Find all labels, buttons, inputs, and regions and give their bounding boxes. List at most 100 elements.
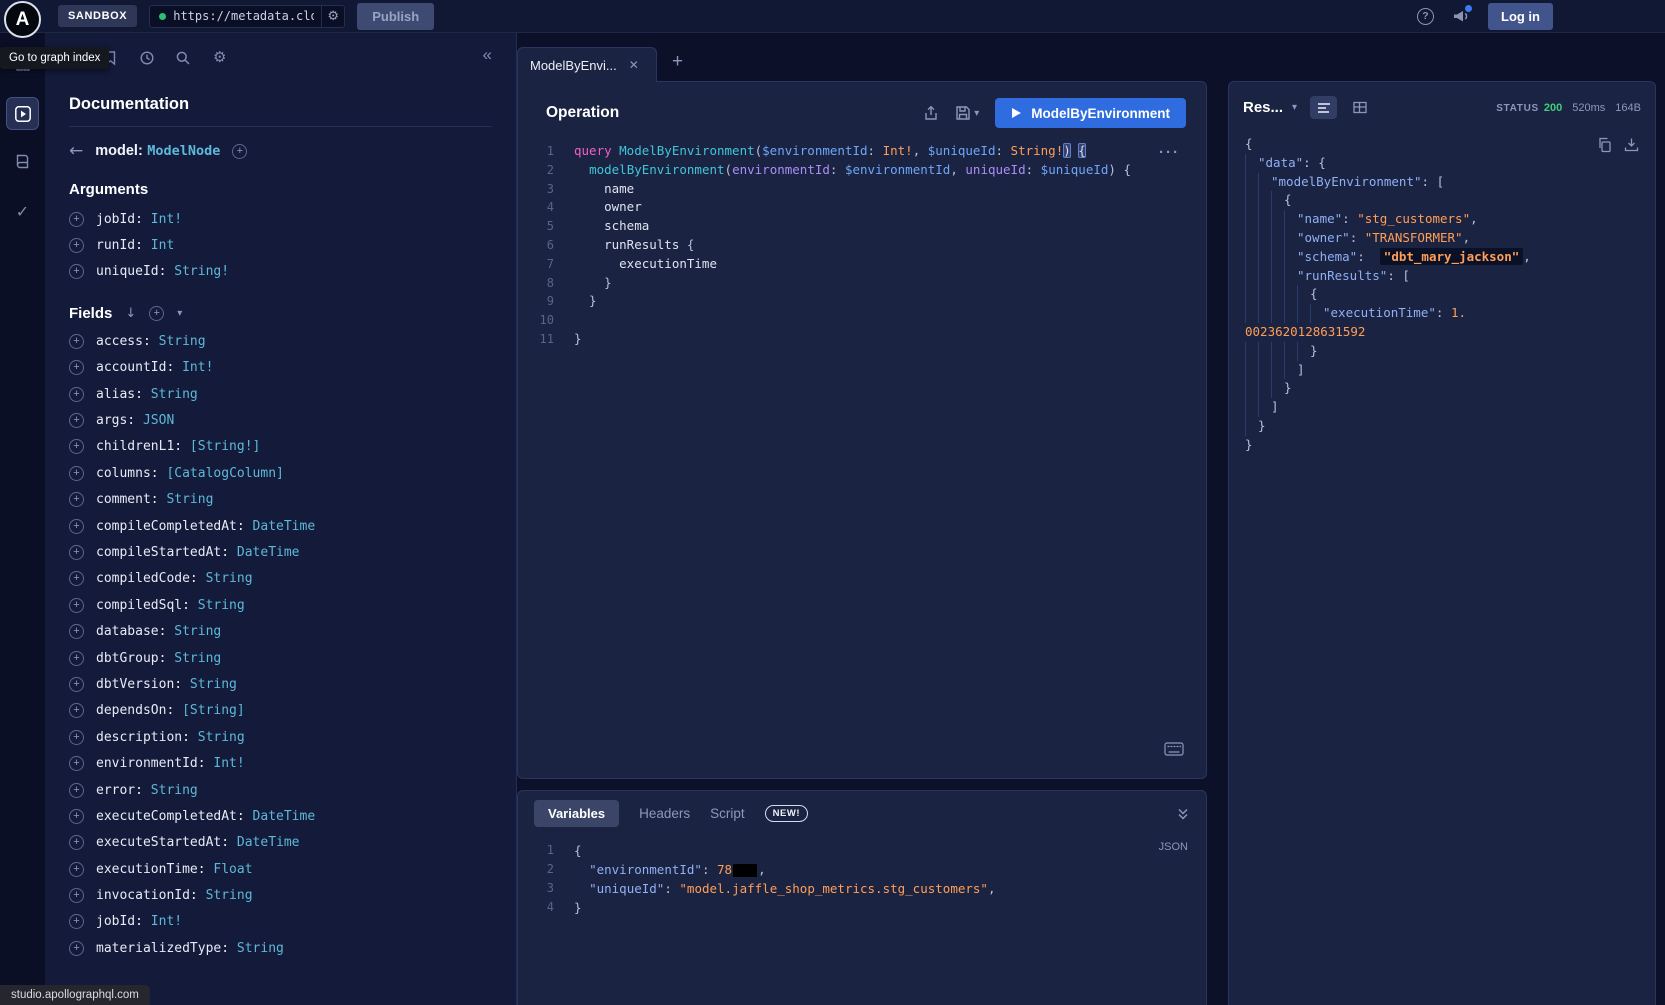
field-row[interactable]: +environmentId: Int!: [69, 750, 492, 776]
field-row[interactable]: +dbtVersion: String: [69, 671, 492, 697]
chevron-down-icon[interactable]: ▾: [177, 308, 182, 319]
checks-tool-button[interactable]: ✓: [6, 195, 39, 228]
add-to-query-button[interactable]: +: [69, 466, 84, 481]
field-row[interactable]: +alias: String: [69, 381, 492, 407]
add-to-query-button[interactable]: +: [69, 334, 84, 349]
endpoint-url-input[interactable]: https://metadata.cloud.get ⚙: [149, 5, 345, 28]
schema-tool-button[interactable]: [6, 145, 39, 178]
tree-view-button[interactable]: [1310, 96, 1337, 119]
add-type-button[interactable]: +: [232, 144, 247, 159]
field-row[interactable]: +description: String: [69, 724, 492, 750]
tab-script[interactable]: Script: [710, 806, 745, 821]
add-to-query-button[interactable]: +: [69, 809, 84, 824]
add-to-query-button[interactable]: +: [69, 413, 84, 428]
operation-tab[interactable]: ModelByEnvi... ✕: [517, 47, 657, 82]
add-to-query-button[interactable]: +: [69, 862, 84, 877]
close-tab-icon[interactable]: ✕: [629, 58, 639, 72]
keyboard-shortcuts-icon[interactable]: [1164, 742, 1184, 756]
sort-icon[interactable]: ↓: [125, 306, 136, 321]
add-to-query-button[interactable]: +: [69, 545, 84, 560]
add-to-query-button[interactable]: +: [69, 212, 84, 227]
field-row[interactable]: +executeStartedAt: DateTime: [69, 830, 492, 856]
doc-settings-icon[interactable]: ⚙: [213, 48, 226, 66]
add-to-query-button[interactable]: +: [69, 571, 84, 586]
field-row[interactable]: + jobId: Int!: [69, 909, 492, 935]
field-row[interactable]: +compiledSql: String: [69, 592, 492, 618]
add-to-query-button[interactable]: +: [69, 703, 84, 718]
field-row[interactable]: +comment: String: [69, 487, 492, 513]
add-all-fields-button[interactable]: +: [149, 306, 164, 321]
save-button[interactable]: ▾: [955, 105, 979, 121]
field-row[interactable]: +dependsOn: [String]: [69, 698, 492, 724]
add-to-query-button[interactable]: +: [69, 888, 84, 903]
copy-icon[interactable]: [1597, 137, 1612, 153]
add-to-query-button[interactable]: +: [69, 624, 84, 639]
add-to-query-button[interactable]: +: [69, 783, 84, 798]
add-to-query-button[interactable]: +: [69, 264, 84, 279]
field-row[interactable]: +database: String: [69, 618, 492, 644]
field-row[interactable]: +columns: [CatalogColumn]: [69, 460, 492, 486]
add-to-query-button[interactable]: +: [69, 651, 84, 666]
field-row[interactable]: +dbtGroup: String: [69, 645, 492, 671]
query-editor[interactable]: 1query ModelByEnvironment($environmentId…: [518, 142, 1206, 349]
checkmark-icon: ✓: [16, 202, 29, 221]
login-button[interactable]: Log in: [1488, 3, 1553, 30]
help-icon[interactable]: ?: [1417, 8, 1434, 25]
table-view-button[interactable]: [1346, 96, 1373, 119]
field-row[interactable]: +args: JSON: [69, 407, 492, 433]
field-row[interactable]: +materializedType: String: [69, 935, 492, 961]
add-to-query-button[interactable]: +: [69, 492, 84, 507]
field-row[interactable]: +invocationId: String: [69, 882, 492, 908]
tab-variables[interactable]: Variables: [534, 800, 619, 827]
field-signature: jobId: Int!: [96, 914, 182, 929]
field-row[interactable]: +access: String: [69, 328, 492, 354]
add-to-query-button[interactable]: +: [69, 439, 84, 454]
search-icon[interactable]: [175, 50, 191, 66]
add-to-query-button[interactable]: +: [69, 941, 84, 956]
field-row[interactable]: + error: String: [69, 777, 492, 803]
add-to-query-button[interactable]: +: [69, 756, 84, 771]
variables-editor-lines[interactable]: 1{2 "environmentId": 78,3 "uniqueId": "m…: [518, 841, 1206, 917]
field-row[interactable]: +executeCompletedAt: DateTime: [69, 803, 492, 829]
tab-headers[interactable]: Headers: [639, 806, 690, 821]
history-icon[interactable]: [139, 50, 155, 66]
add-to-query-button[interactable]: +: [69, 730, 84, 745]
argument-row[interactable]: +runId: Int: [69, 232, 492, 258]
response-dropdown-icon[interactable]: ▾: [1292, 102, 1297, 113]
query-editor-lines[interactable]: 1query ModelByEnvironment($environmentId…: [518, 142, 1206, 349]
argument-row[interactable]: +uniqueId: String!: [69, 259, 492, 285]
collapse-panel-icon[interactable]: «: [483, 45, 492, 65]
add-to-query-button[interactable]: +: [69, 238, 84, 253]
tab-title: ModelByEnvi...: [530, 58, 617, 73]
new-tab-button[interactable]: +: [672, 51, 683, 73]
endpoint-settings-icon[interactable]: ⚙: [321, 6, 344, 27]
add-to-query-button[interactable]: +: [69, 360, 84, 375]
field-row[interactable]: +executionTime: Float: [69, 856, 492, 882]
argument-row[interactable]: +jobId: Int!: [69, 206, 492, 232]
download-icon[interactable]: [1624, 137, 1639, 153]
publish-button[interactable]: Publish: [357, 3, 434, 30]
field-row[interactable]: +accountId: Int!: [69, 355, 492, 381]
more-options-icon[interactable]: ···: [1159, 144, 1180, 161]
save-dropdown-icon[interactable]: ▾: [974, 108, 979, 119]
add-to-query-button[interactable]: +: [69, 914, 84, 929]
run-operation-button[interactable]: ModelByEnvironment: [995, 98, 1186, 128]
apollo-logo[interactable]: A: [4, 1, 41, 38]
announcements-icon[interactable]: [1452, 8, 1470, 24]
collapse-variables-icon[interactable]: [1176, 807, 1190, 821]
add-to-query-button[interactable]: +: [69, 519, 84, 534]
topbar: SANDBOX https://metadata.cloud.get ⚙ Pub…: [0, 0, 1665, 33]
field-signature: error: String: [96, 783, 198, 798]
field-row[interactable]: +childrenL1: [String!]: [69, 434, 492, 460]
share-icon[interactable]: [923, 105, 939, 121]
add-to-query-button[interactable]: +: [69, 598, 84, 613]
field-row[interactable]: +compileCompletedAt: DateTime: [69, 513, 492, 539]
add-to-query-button[interactable]: +: [69, 835, 84, 850]
variables-editor[interactable]: JSON 1{2 "environmentId": 78,3 "uniqueId…: [518, 835, 1206, 917]
add-to-query-button[interactable]: +: [69, 387, 84, 402]
add-to-query-button[interactable]: +: [69, 677, 84, 692]
back-icon[interactable]: ←: [69, 141, 83, 161]
field-row[interactable]: +compiledCode: String: [69, 566, 492, 592]
field-row[interactable]: +compileStartedAt: DateTime: [69, 539, 492, 565]
explorer-tool-button[interactable]: [6, 97, 39, 130]
